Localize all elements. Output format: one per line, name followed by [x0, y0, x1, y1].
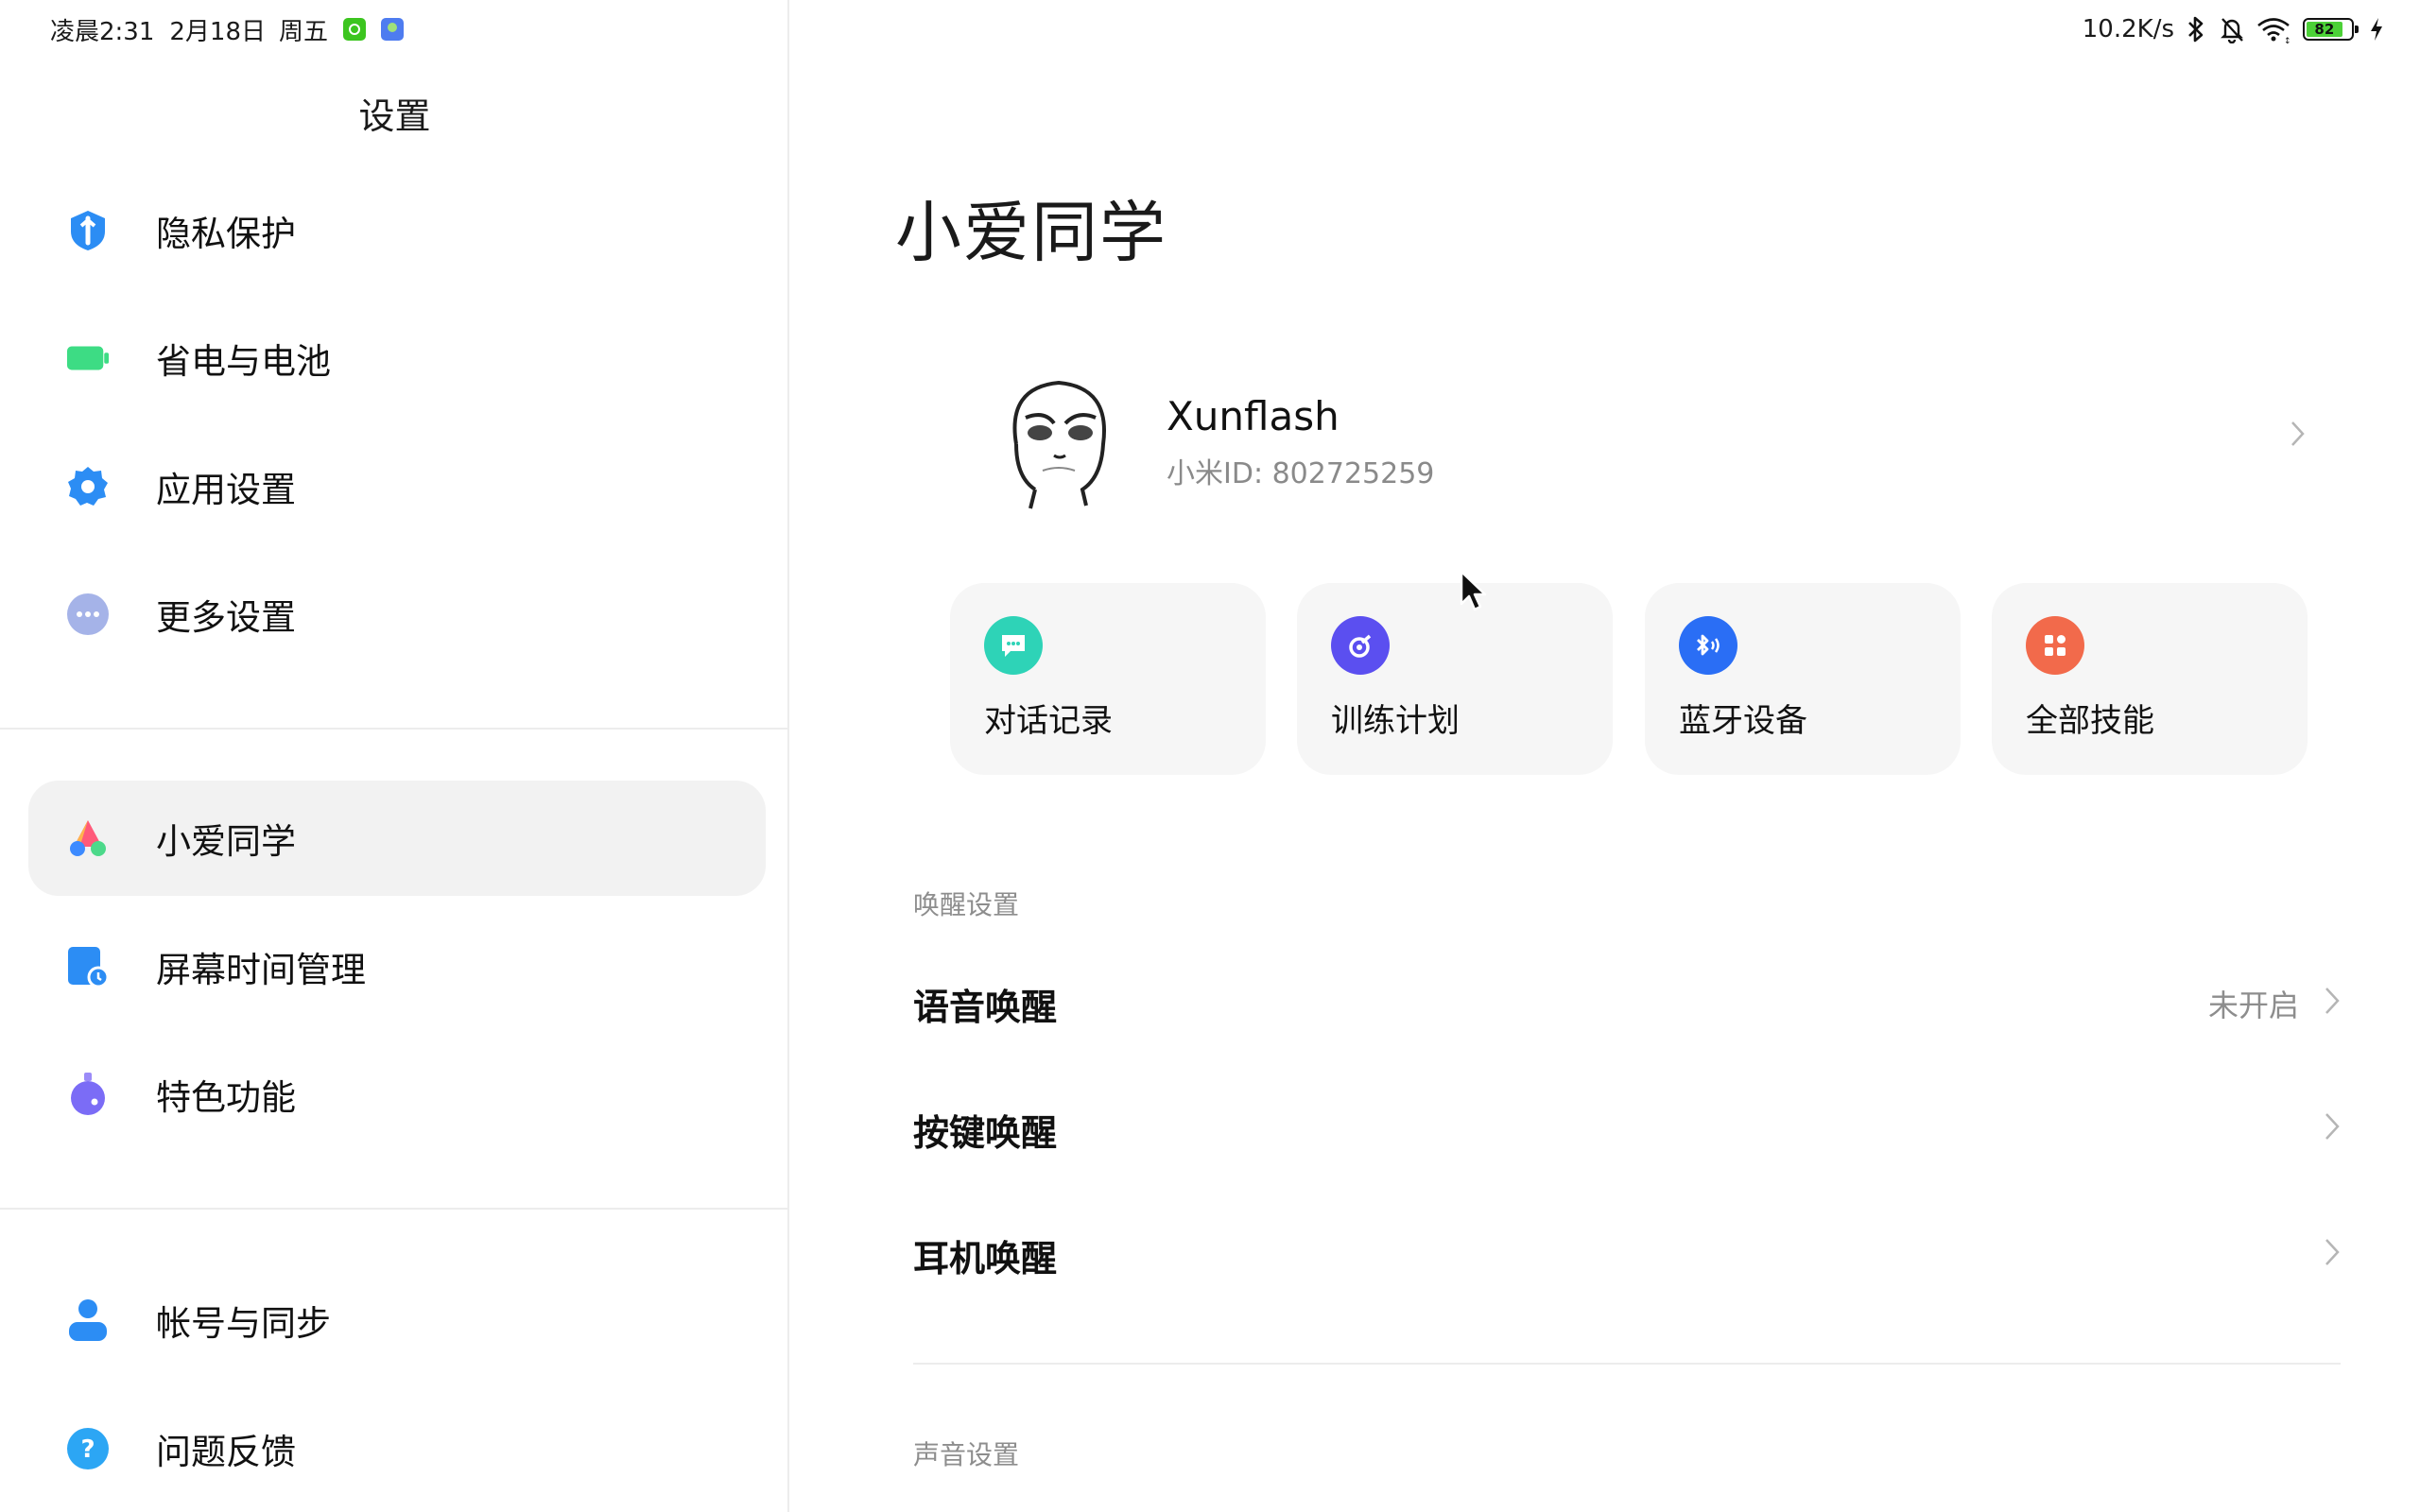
sidebar-item-xiaoai[interactable]: 小爱同学 — [28, 781, 766, 896]
battery-icon: 82 — [2303, 18, 2359, 41]
battery-level: 82 — [2314, 21, 2335, 38]
settings-sidebar: 设置 隐私保护 省电与电池 应用设置 更多设置 小爱同学 屏幕时间管理 特色功能… — [0, 0, 789, 1512]
mouse-cursor-icon — [1460, 570, 1487, 611]
chat-record-icon — [984, 616, 1043, 675]
row-label: 语音唤醒 — [913, 987, 1058, 1028]
sidebar-item-label: 小爱同学 — [156, 821, 296, 862]
sidebar-item-label: 问题反馈 — [156, 1432, 296, 1472]
tile-label: 蓝牙设备 — [1679, 702, 1807, 740]
tile-label: 对话记录 — [984, 702, 1113, 740]
sidebar-divider — [0, 728, 789, 730]
charging-icon — [2371, 18, 2382, 41]
feature-icon — [66, 1073, 110, 1116]
sidebar-divider — [0, 1208, 789, 1210]
help-icon: ? — [66, 1427, 110, 1470]
profile-name: Xunflash — [1167, 393, 1340, 439]
sidebar-item-label: 隐私保护 — [156, 214, 296, 254]
sidebar-item-battery[interactable]: 省电与电池 — [28, 301, 766, 416]
all-skills-icon — [2026, 616, 2084, 675]
training-icon — [1331, 616, 1390, 675]
row-voice-wake[interactable]: 语音唤醒 未开启 — [913, 950, 2341, 1054]
xiaoai-icon — [66, 816, 110, 860]
mute-icon — [2221, 18, 2243, 43]
sidebar-item-label: 帐号与同步 — [156, 1303, 331, 1344]
row-button-wake[interactable]: 按键唤醒 — [913, 1075, 2341, 1179]
network-speed: 10.2K/s — [2082, 15, 2174, 43]
status-bar-right: 10.2K/s ↕ 82 — [2083, 11, 2386, 47]
sidebar-item-feedback[interactable]: ? 问题反馈 — [28, 1391, 766, 1506]
chevron-right-icon — [2291, 421, 2305, 446]
profile-card[interactable]: Xunflash 小米ID: 802725259 — [945, 359, 2307, 520]
screen-time-icon — [66, 945, 110, 988]
tile-label: 训练计划 — [1331, 702, 1460, 740]
sidebar-item-label: 屏幕时间管理 — [156, 950, 366, 990]
row-label: 按键唤醒 — [913, 1112, 1058, 1154]
row-status-value: 未开启 — [2207, 988, 2299, 1023]
section-divider — [913, 1363, 2341, 1365]
wifi-icon: ↕ — [2257, 18, 2291, 43]
row-label: 耳机唤醒 — [913, 1238, 1058, 1280]
gear-icon — [66, 465, 110, 508]
sidebar-item-app-settings[interactable]: 应用设置 — [28, 429, 766, 544]
sidebar-item-label: 应用设置 — [156, 470, 296, 510]
sidebar-item-features[interactable]: 特色功能 — [28, 1037, 766, 1152]
tile-bluetooth-devices[interactable]: 蓝牙设备 — [1645, 583, 1961, 775]
sidebar-item-label: 省电与电池 — [156, 341, 331, 382]
more-dots-icon — [66, 593, 110, 636]
row-headphone-wake[interactable]: 耳机唤醒 — [913, 1201, 2341, 1305]
section-header-wake: 唤醒设置 — [913, 889, 1020, 920]
tile-label: 全部技能 — [2026, 702, 2154, 740]
account-icon — [66, 1298, 110, 1342]
section-header-sound: 声音设置 — [913, 1439, 1020, 1470]
tile-all-skills[interactable]: 全部技能 — [1992, 583, 2308, 775]
sidebar-item-label: 更多设置 — [156, 597, 296, 638]
profile-id: 小米ID: 802725259 — [1167, 457, 1435, 490]
sidebar-title: 设置 — [358, 95, 431, 137]
tile-training-plan[interactable]: 训练计划 — [1297, 583, 1613, 775]
sidebar-item-label: 特色功能 — [156, 1077, 296, 1118]
bluetooth-icon — [2188, 16, 2204, 43]
bluetooth-device-icon — [1679, 616, 1737, 675]
privacy-shield-icon — [66, 209, 110, 252]
svg-text:↕: ↕ — [2284, 37, 2291, 43]
chevron-right-icon — [2325, 1113, 2340, 1140]
tile-chat-record[interactable]: 对话记录 — [950, 583, 1266, 775]
chevron-right-icon — [2325, 988, 2340, 1014]
chevron-right-icon — [2325, 1239, 2340, 1265]
sidebar-item-privacy[interactable]: 隐私保护 — [28, 173, 766, 288]
page-title: 小爱同学 — [895, 194, 1167, 271]
sidebar-item-more-settings[interactable]: 更多设置 — [28, 557, 766, 672]
avatar — [988, 369, 1130, 510]
svg-text:?: ? — [80, 1435, 95, 1464]
battery-saver-icon — [66, 336, 110, 380]
sidebar-item-account[interactable]: 帐号与同步 — [28, 1263, 766, 1378]
sidebar-item-screen-time[interactable]: 屏幕时间管理 — [28, 909, 766, 1024]
